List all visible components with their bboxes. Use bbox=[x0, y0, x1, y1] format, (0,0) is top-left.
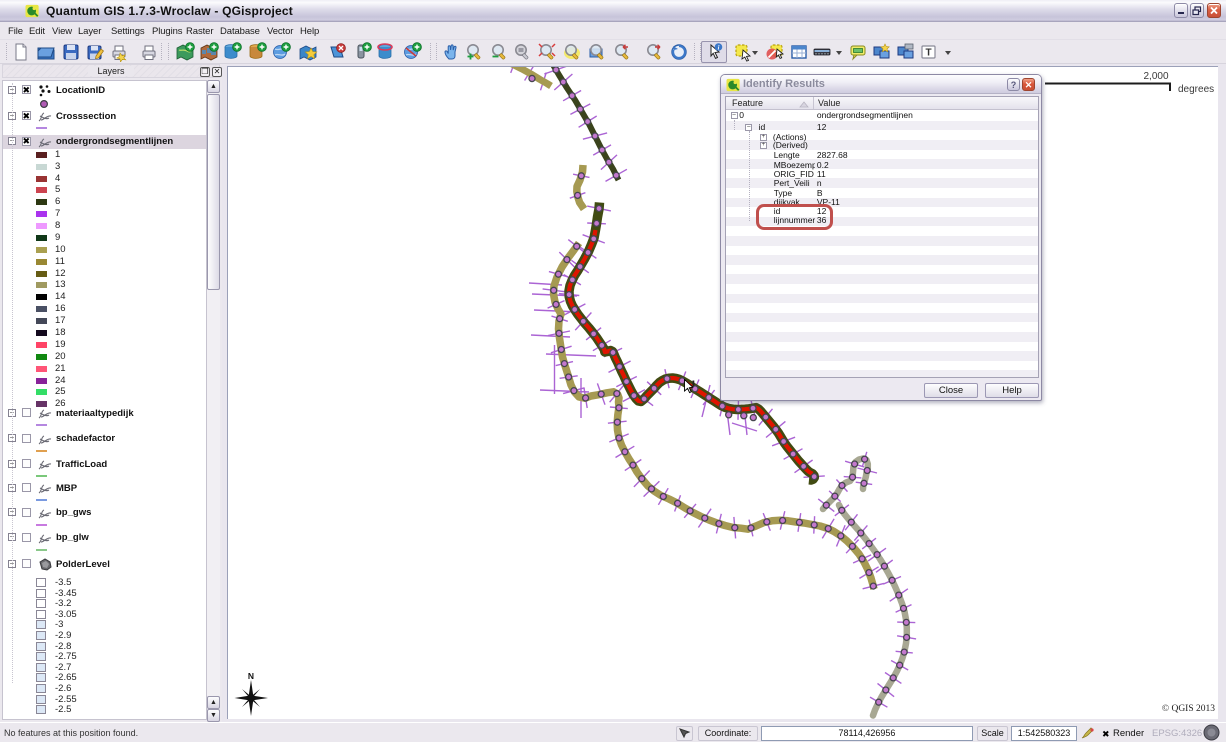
svg-text:© QGIS 2013: © QGIS 2013 bbox=[1162, 703, 1215, 714]
svg-text:degrees: degrees bbox=[1178, 84, 1214, 95]
svg-text:N: N bbox=[248, 671, 254, 681]
svg-text:2,000: 2,000 bbox=[1143, 71, 1168, 82]
svg-text:i: i bbox=[718, 44, 720, 51]
svg-text:T: T bbox=[925, 48, 931, 59]
